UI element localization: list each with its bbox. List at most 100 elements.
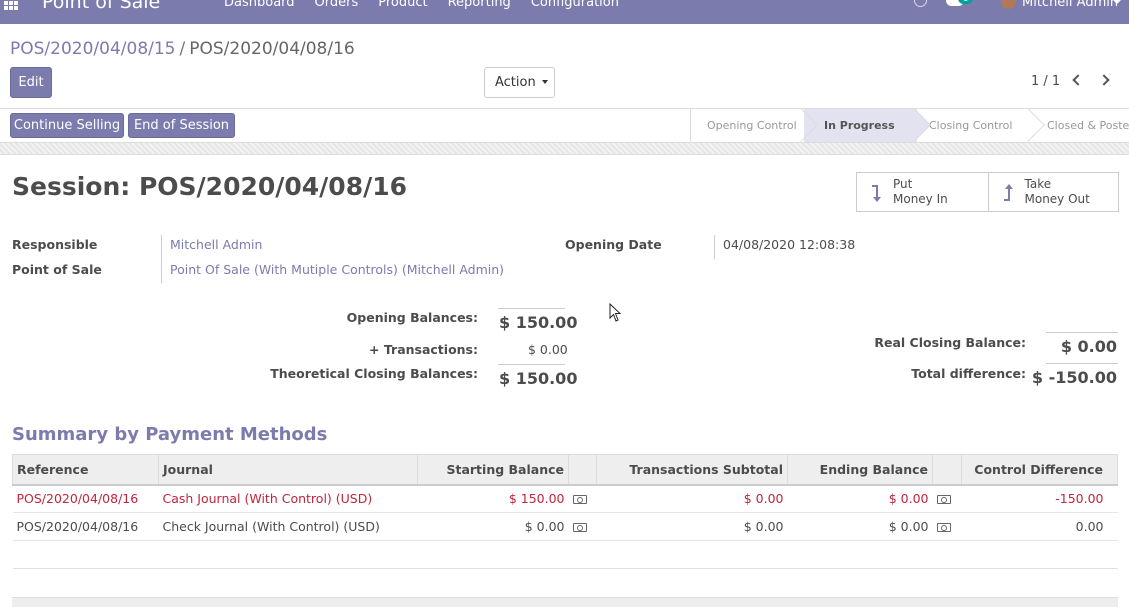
col-ending-action [932, 454, 962, 486]
summary-title: Summary by Payment Methods [12, 424, 328, 445]
chevron-down-icon [1113, 0, 1121, 4]
cell-control-difference: 0.00 [961, 512, 1118, 541]
opening-date-value: 04/08/2020 12:08:38 [723, 237, 856, 252]
col-starting-balance[interactable]: Starting Balance [417, 454, 569, 486]
end-of-session-button[interactable]: End of Session [128, 113, 235, 138]
money-icon[interactable] [572, 523, 587, 532]
cell-ending-balance: $ 0.00 [787, 484, 933, 513]
pager-value[interactable]: 1 / 1 [1031, 74, 1060, 89]
continue-selling-button[interactable]: Continue Selling [10, 113, 124, 138]
put-money-line2: Money In [893, 192, 948, 206]
chevron-left-icon[interactable] [1072, 74, 1084, 86]
cell-ending-action [932, 512, 962, 541]
menu-orders[interactable]: Orders [315, 0, 359, 10]
cell-starting-action [568, 484, 597, 513]
cell-ending-balance: $ 0.00 [787, 512, 933, 541]
table-header-row: Reference Journal Starting Balance Trans… [12, 454, 1118, 486]
cell-starting-balance: $ 0.00 [417, 512, 569, 541]
cell-transactions-subtotal: $ 0.00 [596, 484, 788, 513]
pos-label: Point of Sale [12, 262, 102, 277]
balance-divider [498, 364, 565, 365]
field-separator [714, 235, 715, 259]
breadcrumb-parent[interactable]: POS/2020/04/08/15 [10, 39, 176, 59]
cell-journal: Check Journal (With Control) (USD) [158, 512, 418, 541]
sheet-background [0, 143, 1129, 155]
top-navbar: Point of Sale Dashboard Orders Product R… [0, 0, 1129, 24]
mouse-cursor-icon [609, 303, 622, 322]
menu-reporting[interactable]: Reporting [448, 0, 511, 10]
caret-down-icon [541, 80, 548, 84]
chevron-right-icon[interactable] [1098, 74, 1110, 86]
take-money-line2: Money Out [1024, 192, 1090, 206]
clock-icon[interactable] [914, 0, 927, 7]
responsible-field[interactable]: Mitchell Admin [170, 237, 262, 252]
take-money-label: Take Money Out [1025, 177, 1090, 207]
action-dropdown[interactable]: Action [484, 67, 555, 98]
cell-journal: Cash Journal (With Control) (USD) [158, 484, 418, 513]
col-ending-balance[interactable]: Ending Balance [787, 454, 933, 486]
transactions-label: + Transactions: [369, 342, 478, 357]
payment-methods-table: Reference Journal Starting Balance Trans… [12, 454, 1118, 569]
pos-field[interactable]: Point Of Sale (With Mutiple Controls) (M… [170, 262, 504, 277]
menu-product[interactable]: Product [378, 0, 427, 10]
opening-balances-label: Opening Balances: [346, 310, 478, 325]
opening-date-label: Opening Date [565, 237, 662, 252]
opening-balances-value: $ 150.00 [499, 313, 578, 332]
table-row[interactable]: POS/2020/04/08/16 Check Journal (With Co… [12, 512, 1118, 541]
cell-ending-action [932, 484, 962, 513]
money-icon[interactable] [936, 495, 951, 505]
responsible-label: Responsible [12, 237, 98, 252]
cell-reference: POS/2020/04/08/16 [12, 512, 159, 541]
app-brand[interactable]: Point of Sale [42, 0, 160, 13]
money-icon[interactable] [572, 495, 587, 505]
col-starting-action [568, 454, 597, 486]
put-money-line1: Put [893, 177, 913, 191]
take-money-line1: Take [1024, 177, 1052, 191]
put-money-in-button[interactable]: Put Money In [857, 173, 988, 211]
balance-divider [1046, 332, 1118, 333]
balance-divider [498, 308, 565, 309]
col-reference[interactable]: Reference [12, 454, 159, 486]
cell-control-difference: -150.00 [961, 484, 1118, 513]
col-control-difference[interactable]: Control Difference [961, 454, 1118, 486]
table-row[interactable]: POS/2020/04/08/16 Cash Journal (With Con… [12, 484, 1118, 513]
total-difference-label: Total difference: [911, 366, 1026, 381]
field-separator [161, 235, 162, 283]
breadcrumb-separator: / [179, 39, 186, 59]
theoretical-closing-value: $ 150.00 [499, 369, 578, 388]
cell-reference: POS/2020/04/08/16 [12, 484, 159, 513]
col-transactions-subtotal[interactable]: Transactions Subtotal [596, 454, 788, 486]
stage-opening-control: Opening Control [691, 109, 804, 142]
take-money-out-button[interactable]: Take Money Out [987, 173, 1119, 211]
avatar[interactable] [1001, 0, 1016, 9]
col-journal[interactable]: Journal [158, 454, 418, 486]
user-menu[interactable]: Mitchell Admin [1022, 0, 1118, 10]
chat-badge: 1 [958, 0, 973, 4]
breadcrumb: POS/2020/04/08/15/POS/2020/04/08/16 [10, 39, 355, 59]
balance-divider [1046, 363, 1118, 364]
menu-configuration[interactable]: Configuration [531, 0, 619, 10]
status-stages: Opening Control In Progress Closing Cont… [690, 109, 1129, 142]
edit-button[interactable]: Edit [10, 67, 52, 98]
menu-dashboard[interactable]: Dashboard [224, 0, 295, 10]
main-menu: Dashboard Orders Product Reporting Confi… [224, 0, 639, 10]
money-buttons: Put Money In Take Money Out [856, 172, 1119, 212]
real-closing-label: Real Closing Balance: [874, 335, 1026, 350]
stage-in-progress: In Progress [804, 109, 917, 142]
action-label: Action [495, 75, 536, 90]
put-money-label: Put Money In [893, 177, 948, 207]
breadcrumb-current: POS/2020/04/08/16 [189, 39, 355, 59]
transactions-value: $ 0.00 [528, 342, 568, 357]
cell-transactions-subtotal: $ 0.00 [596, 512, 788, 541]
page-title: Session: POS/2020/04/08/16 [12, 172, 408, 201]
arrow-up-icon [1003, 184, 1013, 201]
theoretical-closing-label: Theoretical Closing Balances: [270, 366, 478, 381]
real-closing-value: $ 0.00 [1060, 337, 1117, 356]
stage-closed-posted: Closed & Posted [1047, 119, 1129, 132]
cell-starting-balance: $ 150.00 [417, 484, 569, 513]
arrow-down-icon [872, 185, 881, 202]
cell-starting-action [568, 512, 597, 541]
total-difference-value: $ -150.00 [1031, 368, 1117, 387]
apps-icon[interactable] [4, 0, 18, 10]
money-icon[interactable] [936, 523, 951, 532]
